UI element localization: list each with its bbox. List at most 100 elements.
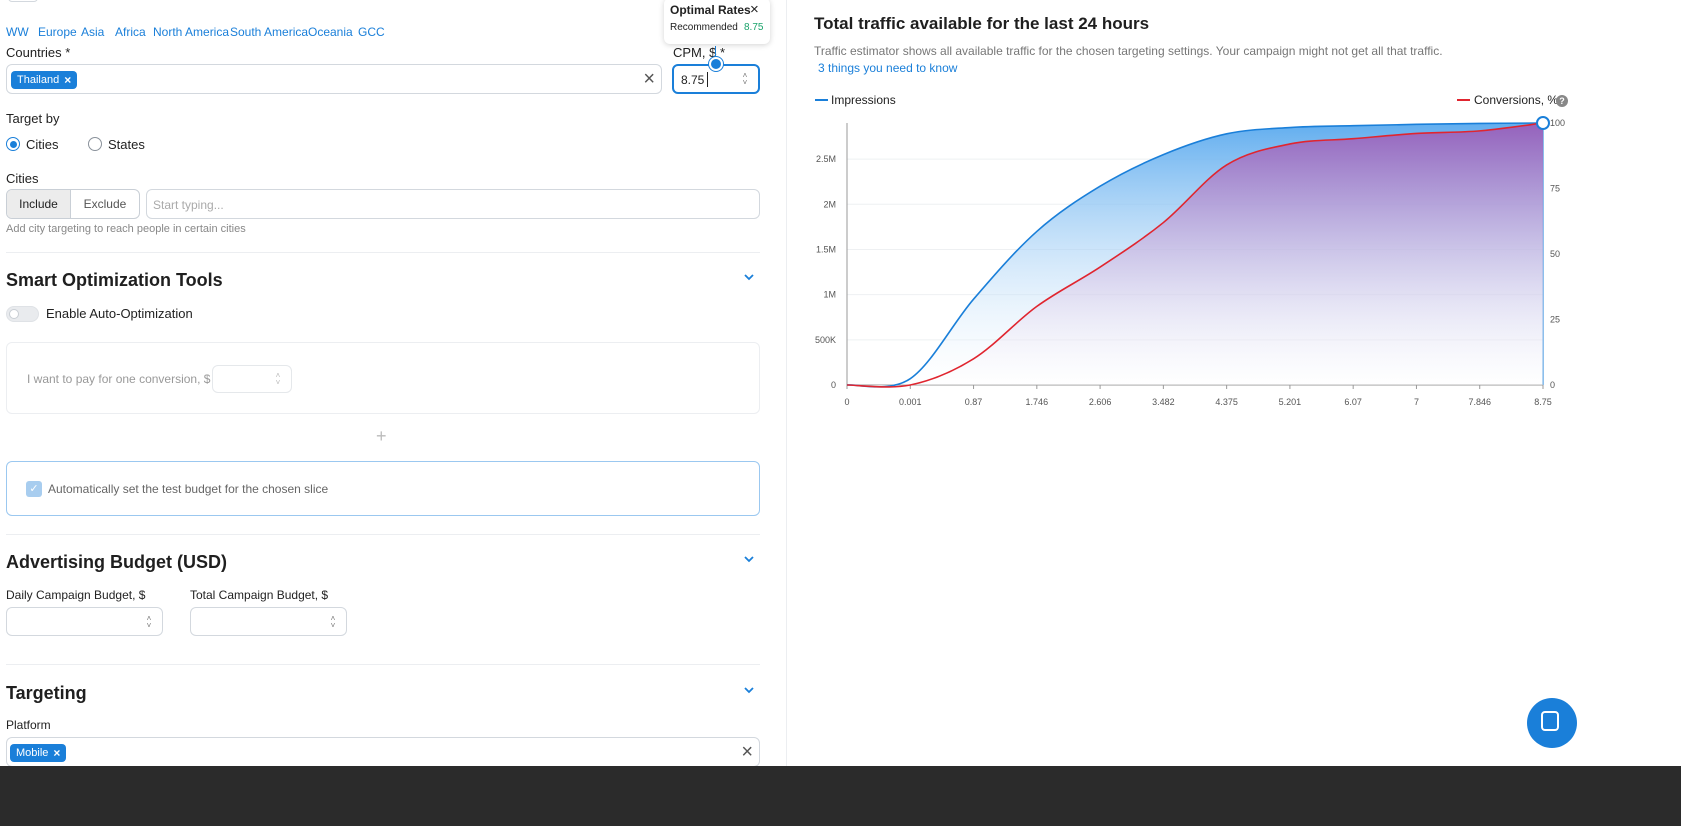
help-icon[interactable]: ? bbox=[1556, 95, 1568, 107]
things-to-know-link[interactable]: 3 things you need to know bbox=[818, 61, 957, 75]
y-left-tick-label: 1M bbox=[823, 290, 836, 300]
cpm-stepper[interactable]: ˄ ˅ bbox=[740, 72, 750, 87]
clear-platform-icon[interactable]: × bbox=[741, 741, 753, 763]
x-tick-label: 0 bbox=[844, 397, 849, 407]
legend-conversions-marker bbox=[1457, 99, 1470, 101]
close-popover-icon[interactable]: × bbox=[750, 1, 759, 18]
x-tick-label: 3.482 bbox=[1152, 397, 1175, 407]
pay-per-conversion-label: I want to pay for one conversion, $ bbox=[27, 372, 211, 386]
countries-label: Countries * bbox=[6, 45, 71, 60]
country-chip-label: Thailand bbox=[17, 74, 60, 86]
chat-launcher-button[interactable] bbox=[1527, 698, 1577, 748]
divider bbox=[6, 534, 760, 535]
radio-cities-label[interactable]: Cities bbox=[26, 137, 59, 152]
target-by-label: Target by bbox=[6, 111, 60, 126]
x-tick-label: 2.606 bbox=[1089, 397, 1112, 407]
pay-per-conversion-box: I want to pay for one conversion, $ ˄ ˅ bbox=[6, 342, 760, 414]
radio-states[interactable] bbox=[88, 137, 102, 151]
chat-icon bbox=[1541, 711, 1559, 731]
clear-countries-icon[interactable]: × bbox=[643, 68, 655, 90]
chart-cursor-handle[interactable] bbox=[1536, 116, 1550, 130]
region-link-asia[interactable]: Asia bbox=[81, 25, 104, 39]
y-right-tick-label: 0 bbox=[1550, 380, 1555, 390]
pay-per-conversion-input[interactable]: ˄ ˅ bbox=[212, 365, 292, 393]
cpm-value: 8.75 bbox=[681, 73, 705, 87]
y-right-tick-label: 100 bbox=[1550, 118, 1565, 128]
smart-tools-chevron-icon[interactable] bbox=[742, 270, 756, 287]
estimator-description: Traffic estimator shows all available tr… bbox=[814, 44, 1443, 58]
daily-budget-input[interactable]: ˄ ˅ bbox=[6, 607, 163, 636]
region-link-south-america[interactable]: South America bbox=[230, 25, 308, 39]
total-budget-input[interactable]: ˄ ˅ bbox=[190, 607, 347, 636]
remove-country-icon[interactable]: × bbox=[64, 71, 71, 89]
targeting-chevron-icon[interactable] bbox=[742, 683, 756, 700]
x-tick-label: 1.746 bbox=[1026, 397, 1049, 407]
x-tick-label: 8.75 bbox=[1534, 397, 1552, 407]
region-link-ww[interactable]: WW bbox=[6, 25, 29, 39]
exclude-button[interactable]: Exclude bbox=[71, 190, 139, 218]
countries-select[interactable]: Thailand × × bbox=[6, 64, 662, 94]
auto-optimization-toggle[interactable] bbox=[6, 306, 39, 322]
panel-separator bbox=[786, 0, 787, 768]
region-link-africa[interactable]: Africa bbox=[115, 25, 146, 39]
smart-tools-title: Smart Optimization Tools bbox=[6, 270, 223, 290]
budget-title: Advertising Budget (USD) bbox=[6, 552, 228, 572]
cities-search-placeholder: Start typing... bbox=[153, 198, 224, 212]
platform-chip: Mobile × bbox=[10, 744, 67, 762]
platform-select[interactable]: Mobile × × bbox=[6, 737, 760, 767]
region-link-europe[interactable]: Europe bbox=[38, 25, 77, 39]
remove-platform-icon[interactable]: × bbox=[53, 744, 60, 762]
x-tick-label: 7 bbox=[1414, 397, 1419, 407]
recommended-value[interactable]: 8.75 bbox=[744, 22, 763, 33]
traffic-chart: 0 500K 1M 1.5M 2M 2.5M 0 25 50 75 100 0 0.001 0.87 1.7… bbox=[815, 116, 1565, 407]
divider bbox=[6, 252, 760, 253]
y-left-tick-label: 2M bbox=[823, 199, 836, 209]
region-link-oceania[interactable]: Oceania bbox=[308, 25, 353, 39]
cpm-rate-handle[interactable] bbox=[709, 57, 723, 71]
bottom-bar bbox=[0, 766, 1681, 826]
platform-label: Platform bbox=[6, 718, 51, 732]
y-left-tick-label: 0 bbox=[831, 380, 836, 390]
cities-search-input[interactable]: Start typing... bbox=[146, 189, 760, 219]
x-tick-label: 0.87 bbox=[965, 397, 983, 407]
legend-conversions[interactable]: Conversions, % bbox=[1474, 93, 1558, 107]
region-link-north-america[interactable]: North America bbox=[153, 25, 229, 39]
auto-budget-label: Automatically set the test budget for th… bbox=[48, 482, 329, 496]
auto-optimization-label[interactable]: Enable Auto-Optimization bbox=[46, 306, 193, 321]
x-tick-label: 0.001 bbox=[899, 397, 922, 407]
radio-cities[interactable] bbox=[6, 137, 20, 151]
include-exclude-toggle: Include Exclude bbox=[6, 189, 140, 219]
cities-label: Cities bbox=[6, 171, 39, 186]
auto-budget-box: ✓ Automatically set the test budget for … bbox=[6, 461, 760, 516]
legend-impressions[interactable]: Impressions bbox=[831, 93, 896, 107]
legend-impressions-marker bbox=[815, 99, 828, 101]
y-left-tick-label: 500K bbox=[815, 335, 836, 345]
add-rule-button[interactable]: + bbox=[376, 426, 387, 447]
y-left-tick-label: 2.5M bbox=[816, 154, 836, 164]
x-tick-label: 4.375 bbox=[1215, 397, 1238, 407]
optimal-rates-title: Optimal Rates bbox=[670, 3, 751, 17]
y-right-tick-label: 75 bbox=[1550, 184, 1560, 194]
divider bbox=[6, 664, 760, 665]
y-left-tick-label: 1.5M bbox=[816, 244, 836, 254]
auto-budget-checkbox[interactable]: ✓ bbox=[26, 481, 42, 497]
include-button[interactable]: Include bbox=[7, 190, 71, 218]
total-budget-label: Total Campaign Budget, $ bbox=[190, 588, 329, 602]
y-right-tick-label: 50 bbox=[1550, 249, 1560, 259]
platform-chip-label: Mobile bbox=[16, 747, 49, 759]
estimator-title: Total traffic available for the last 24 … bbox=[814, 14, 1150, 33]
cities-hint: Add city targeting to reach people in ce… bbox=[6, 223, 246, 235]
region-link-gcc[interactable]: GCC bbox=[358, 25, 385, 39]
x-tick-label: 6.07 bbox=[1344, 397, 1362, 407]
x-tick-label: 7.846 bbox=[1468, 397, 1491, 407]
recommended-label: Recommended bbox=[670, 22, 738, 33]
x-tick-label: 5.201 bbox=[1279, 397, 1302, 407]
top-partial-button[interactable] bbox=[8, 0, 38, 2]
y-right-tick-label: 25 bbox=[1550, 315, 1560, 325]
targeting-title: Targeting bbox=[6, 683, 87, 703]
country-chip: Thailand × bbox=[11, 71, 78, 89]
optimal-rates-popover: Optimal Rates × Recommended 8.75 bbox=[664, 0, 770, 44]
radio-states-label[interactable]: States bbox=[108, 137, 145, 152]
budget-chevron-icon[interactable] bbox=[742, 552, 756, 569]
daily-budget-label: Daily Campaign Budget, $ bbox=[6, 588, 146, 602]
